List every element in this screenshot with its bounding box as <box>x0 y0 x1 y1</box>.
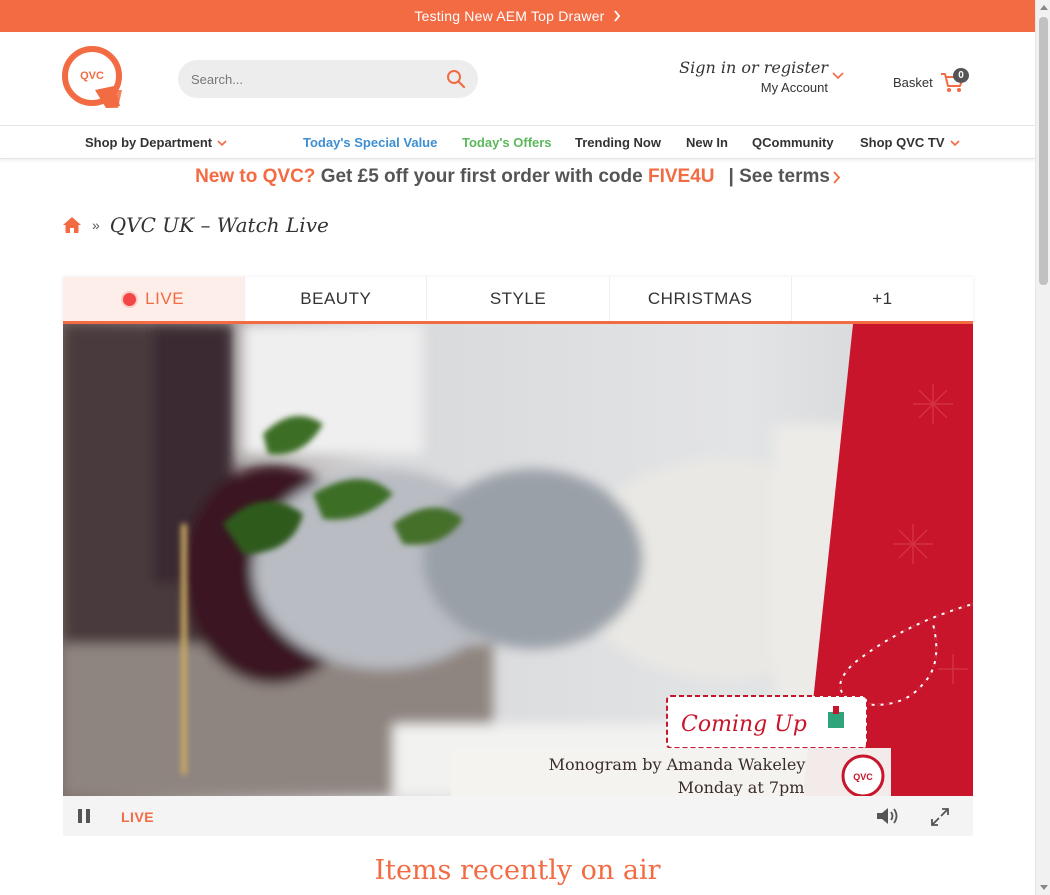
main-nav: Shop by Department Today's Special Value… <box>0 126 1035 159</box>
chevron-down-icon <box>217 140 227 147</box>
page-title: QVC UK – Watch Live <box>109 213 329 237</box>
my-account-label: My Account <box>760 80 828 95</box>
basket-label: Basket <box>893 75 933 90</box>
breadcrumb: » QVC UK – Watch Live <box>62 210 329 240</box>
promo-lead: New to QVC? <box>195 166 316 187</box>
tab-label: LIVE <box>145 289 185 308</box>
video-player[interactable]: Coming Up Monogram by Amanda Wakeley Mon… <box>63 324 973 796</box>
show-title: Monogram by Amanda Wakeley <box>549 755 806 774</box>
see-terms-link[interactable]: | See terms <box>729 166 830 188</box>
page-scrollbar[interactable] <box>1035 0 1050 895</box>
nav-shop-by-department[interactable]: Shop by Department <box>85 135 227 150</box>
promo-banner: New to QVC? Get £5 off your first order … <box>0 160 1035 194</box>
qvc-logo[interactable]: QVC <box>62 46 124 110</box>
breadcrumb-separator: » <box>92 217 100 233</box>
promo-text: Get £5 off your first order with code <box>320 166 643 187</box>
tab-label: BEAUTY <box>300 289 372 308</box>
channel-tabs: LIVE BEAUTY STYLE CHRISTMAS +1 <box>63 277 974 324</box>
search-icon[interactable] <box>446 69 466 89</box>
scroll-down-arrow-icon[interactable] <box>1040 885 1048 890</box>
nav-todays-offers[interactable]: Today's Offers <box>462 135 552 150</box>
show-time: Monday at 7pm <box>678 778 805 796</box>
player-controls: LIVE <box>63 796 973 836</box>
fullscreen-icon[interactable] <box>931 808 949 826</box>
tab-label: +1 <box>872 289 893 308</box>
logo-text: QVC <box>80 70 104 82</box>
video-frame: Coming Up Monogram by Amanda Wakeley Mon… <box>63 324 973 796</box>
chevron-right-icon <box>613 10 620 22</box>
tab-christmas[interactable]: CHRISTMAS <box>609 277 792 321</box>
basket-count-badge: 0 <box>953 68 969 83</box>
tab-label: CHRISTMAS <box>647 289 753 308</box>
basket-button[interactable]: Basket 0 <box>890 68 970 98</box>
site-header: QVC Sign in or register My Account Baske… <box>0 32 1035 126</box>
top-drawer-banner: Testing New AEM Top Drawer <box>0 0 1035 32</box>
nav-new-in[interactable]: New In <box>686 135 728 150</box>
sign-in-link[interactable]: Sign in or register <box>679 58 828 77</box>
pause-icon[interactable] <box>77 808 91 824</box>
nav-trending-now[interactable]: Trending Now <box>575 135 661 150</box>
scrollbar-thumb[interactable] <box>1039 17 1048 285</box>
coming-up-text: Coming Up <box>681 712 807 737</box>
nav-todays-special-value[interactable]: Today's Special Value <box>303 135 437 150</box>
tab-live[interactable]: LIVE <box>63 277 246 321</box>
search-input[interactable] <box>178 60 438 98</box>
tab-label: STYLE <box>489 289 547 308</box>
top-drawer-text: Testing New AEM Top Drawer <box>414 8 605 24</box>
promo-code: FIVE4U <box>647 166 715 187</box>
see-terms-label: | See terms <box>728 166 830 187</box>
top-drawer-link[interactable]: Testing New AEM Top Drawer <box>414 8 620 24</box>
chevron-right-icon <box>833 170 840 184</box>
schedule-card: Monogram by Amanda Wakeley Monday at 7pm <box>451 748 891 796</box>
nav-qcommunity[interactable]: QCommunity <box>752 135 834 150</box>
channel-logo-text: QVC <box>853 772 873 782</box>
nav-label: Shop by Department <box>85 135 213 150</box>
scroll-up-arrow-icon[interactable] <box>1040 5 1048 10</box>
tab-style[interactable]: STYLE <box>427 277 610 321</box>
account-menu[interactable]: Sign in or register My Account <box>670 58 850 100</box>
live-indicator: LIVE <box>121 809 155 825</box>
live-dot-icon <box>123 292 137 306</box>
search-bar <box>178 60 478 98</box>
tab-plus-one[interactable]: +1 <box>791 277 974 321</box>
nav-label: Shop QVC TV <box>860 135 945 150</box>
chevron-down-icon <box>832 72 844 80</box>
nav-shop-qvc-tv[interactable]: Shop QVC TV <box>860 135 960 150</box>
volume-icon[interactable] <box>876 807 900 825</box>
coming-up-tag: Coming Up <box>666 695 868 749</box>
tab-beauty[interactable]: BEAUTY <box>245 277 428 321</box>
home-icon[interactable] <box>62 216 82 234</box>
recently-on-air-heading: Items recently on air <box>374 855 661 886</box>
chevron-down-icon <box>949 140 960 147</box>
